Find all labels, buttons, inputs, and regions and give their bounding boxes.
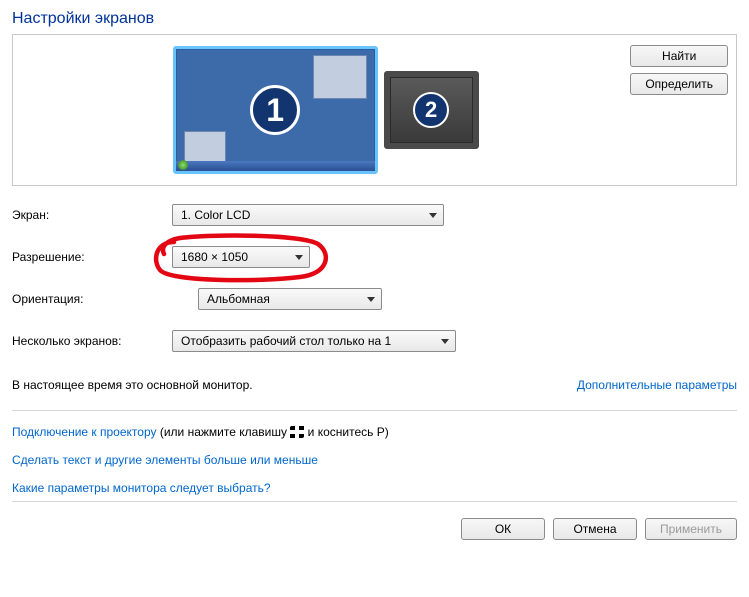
resolution-label: Разрешение: — [12, 250, 172, 264]
screen-dropdown[interactable]: 1. Color LCD — [172, 204, 444, 226]
screen-label: Экран: — [12, 208, 172, 222]
resolution-dropdown[interactable]: 1680 × 1050 — [172, 246, 310, 268]
orientation-label: Ориентация: — [12, 292, 172, 306]
multi-display-dropdown-value: Отобразить рабочий стол только на 1 — [181, 334, 391, 348]
multi-display-dropdown[interactable]: Отобразить рабочий стол только на 1 — [172, 330, 456, 352]
resolution-dropdown-value: 1680 × 1050 — [181, 250, 248, 264]
monitor-2[interactable]: 2 — [384, 71, 479, 149]
orientation-dropdown[interactable]: Альбомная — [198, 288, 382, 310]
divider — [12, 501, 737, 502]
cancel-button[interactable]: Отмена — [553, 518, 637, 540]
page-title: Настройки экранов — [12, 10, 737, 28]
apply-button[interactable]: Применить — [645, 518, 737, 540]
advanced-settings-link[interactable]: Дополнительные параметры — [577, 378, 737, 392]
start-orb-icon — [178, 160, 188, 170]
orientation-dropdown-value: Альбомная — [207, 292, 270, 306]
monitor-1[interactable]: 1 — [173, 46, 378, 174]
monitor-number-badge: 1 — [250, 85, 300, 135]
screen-dropdown-value: 1. Color LCD — [181, 208, 250, 222]
taskbar-icon — [176, 161, 375, 171]
chevron-down-icon — [367, 297, 375, 302]
text-size-link[interactable]: Сделать текст и другие элементы больше и… — [12, 453, 318, 467]
window-decoration-icon — [313, 55, 367, 99]
chevron-down-icon — [295, 255, 303, 260]
monitor-help-link[interactable]: Какие параметры монитора следует выбрать… — [12, 481, 271, 495]
chevron-down-icon — [441, 339, 449, 344]
window-decoration-icon — [184, 131, 226, 165]
projector-hint-before: (или нажмите клавишу — [157, 425, 291, 439]
monitor-number-badge: 2 — [413, 92, 449, 128]
find-button[interactable]: Найти — [630, 45, 728, 67]
primary-monitor-info: В настоящее время это основной монитор. — [12, 378, 253, 392]
multi-display-label: Несколько экранов: — [12, 334, 172, 348]
divider — [12, 410, 737, 411]
chevron-down-icon — [429, 213, 437, 218]
ok-button[interactable]: ОК — [461, 518, 545, 540]
display-preview-area[interactable]: 1 2 — [21, 35, 630, 185]
display-preview-box: 1 2 Найти Определить — [12, 34, 737, 186]
windows-key-icon — [290, 426, 304, 438]
projector-hint-after: и коснитесь P) — [304, 425, 388, 439]
projector-link[interactable]: Подключение к проектору — [12, 425, 157, 439]
identify-button[interactable]: Определить — [630, 73, 728, 95]
